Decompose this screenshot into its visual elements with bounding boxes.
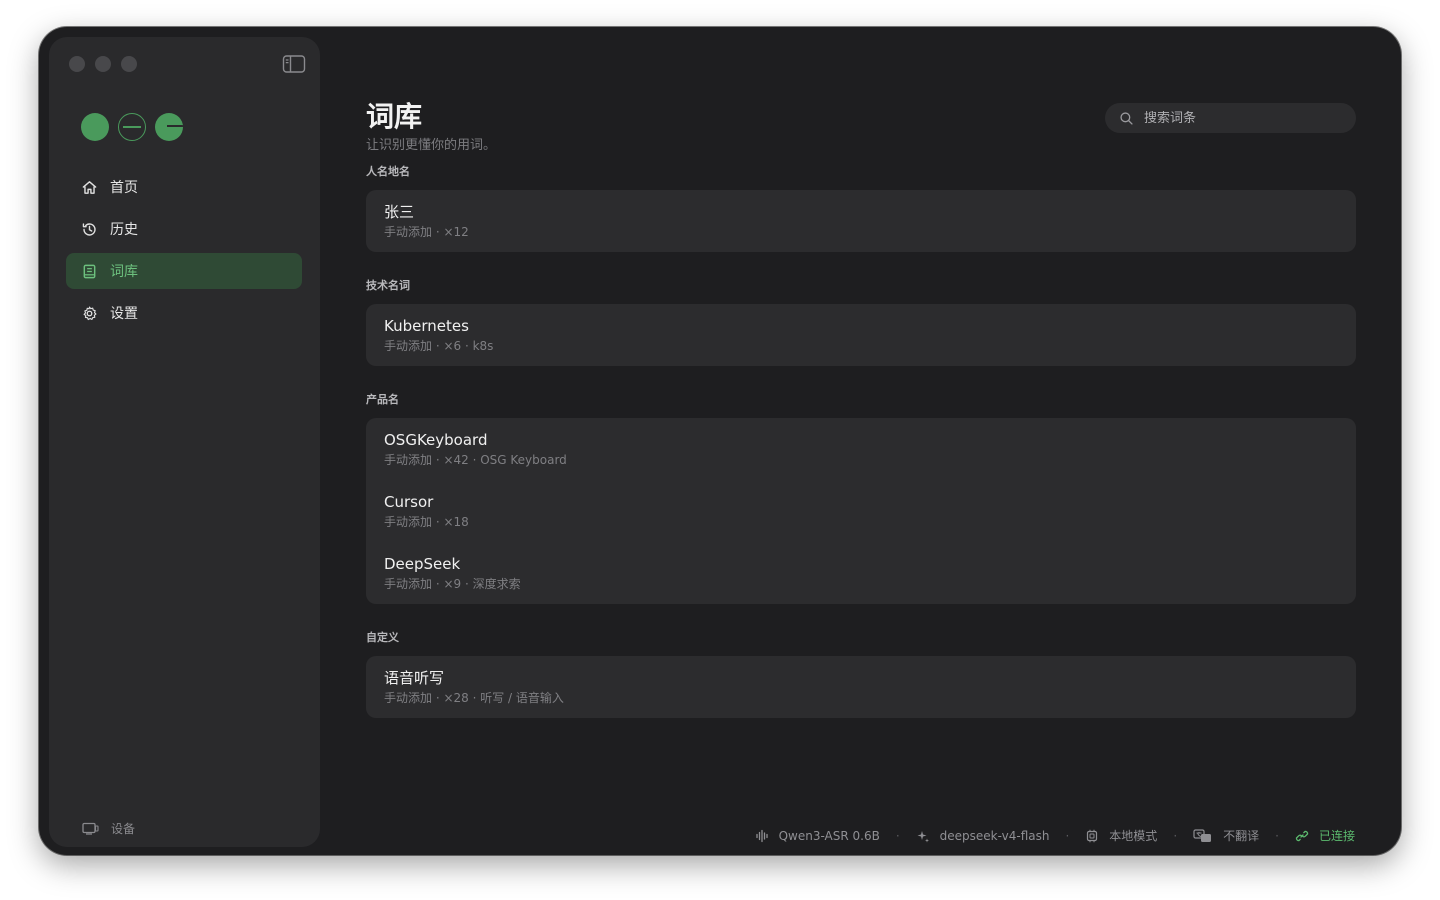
- mode-label: 本地模式: [1109, 829, 1158, 843]
- section-label-names: 人名地名: [366, 165, 410, 178]
- waveform-icon: [755, 829, 768, 842]
- search-icon: [1120, 111, 1133, 125]
- app-logo: [81, 113, 183, 141]
- sidebar-item-label: 历史: [110, 222, 138, 238]
- sparkle-icon: [917, 830, 929, 842]
- translate-label: 不翻译: [1223, 829, 1260, 843]
- llm-model-label: deepseek-v4-flash: [939, 828, 1050, 843]
- sidebar-item-settings[interactable]: 设置: [66, 295, 302, 331]
- home-icon: [82, 180, 97, 194]
- gear-icon: [83, 306, 97, 320]
- search-box[interactable]: [1105, 103, 1356, 133]
- link-icon: [1295, 830, 1309, 841]
- entry-term: 语音听写: [384, 669, 445, 687]
- status-translate[interactable]: 不翻译: [1193, 827, 1259, 844]
- list-item[interactable]: 语音听写 手动添加 · ×28 · 听写 / 语音输入: [366, 656, 1356, 718]
- entry-term: Cursor: [384, 493, 434, 511]
- device-icon: [82, 822, 99, 835]
- history-icon: [82, 222, 96, 236]
- sidebar-item-lexicon[interactable]: 词库: [66, 253, 302, 289]
- entry-card: 张三 手动添加 · ×12: [366, 190, 1356, 252]
- list-item[interactable]: OSGKeyboard 手动添加 · ×42 · OSG Keyboard: [366, 418, 1356, 480]
- translate-icon: [1193, 828, 1212, 842]
- search-input[interactable]: [1144, 110, 1334, 126]
- chip-icon: [1087, 829, 1098, 842]
- entry-meta: 手动添加 · ×28 · 听写 / 语音输入: [384, 691, 564, 705]
- section-label-custom: 自定义: [366, 631, 399, 644]
- sidebar-toggle-icon[interactable]: [282, 54, 306, 74]
- list-item[interactable]: Cursor 手动添加 · ×18: [366, 480, 1356, 542]
- list-item[interactable]: DeepSeek 手动添加 · ×9 · 深度求索: [366, 542, 1356, 604]
- sidebar-item-label: 首页: [110, 180, 138, 196]
- entry-card: Kubernetes 手动添加 · ×6 · k8s: [366, 304, 1356, 366]
- minimize-window-button[interactable]: [95, 56, 111, 72]
- sidebar-item-home[interactable]: 首页: [66, 169, 302, 205]
- window-controls: [69, 56, 137, 72]
- sidebar-item-label: 词库: [110, 264, 138, 280]
- entry-term: DeepSeek: [384, 555, 461, 573]
- status-bar: Qwen3-ASR 0.6B · deepseek-v4-flash · 本地模…: [755, 827, 1355, 844]
- section-label-products: 产品名: [366, 393, 399, 406]
- status-separator: ·: [1173, 828, 1178, 843]
- zoom-window-button[interactable]: [121, 56, 137, 72]
- entry-card: 语音听写 手动添加 · ×28 · 听写 / 语音输入: [366, 656, 1356, 718]
- device-button[interactable]: 设备: [82, 820, 135, 837]
- book-icon: [83, 264, 96, 278]
- app-window: 首页 历史 词库 设置 设备 词库 让识别更懂你的用词。 搜索词条 人名地名 张…: [39, 27, 1401, 855]
- page-subtitle: 让识别更懂你的用词。: [366, 138, 497, 153]
- logo-dot: [118, 113, 146, 141]
- logo-dot: [155, 113, 183, 141]
- sidebar-item-label: 设置: [110, 306, 138, 322]
- sidebar-nav: 首页 历史 词库 设置: [66, 169, 302, 337]
- entry-meta: 手动添加 · ×12: [384, 225, 469, 239]
- entry-term: Kubernetes: [384, 317, 469, 335]
- entry-term: 张三: [384, 203, 415, 221]
- section-label-tech: 技术名词: [366, 279, 410, 292]
- sidebar-item-history[interactable]: 历史: [66, 211, 302, 247]
- list-item[interactable]: Kubernetes 手动添加 · ×6 · k8s: [366, 304, 1356, 366]
- status-separator: ·: [1065, 828, 1070, 843]
- entry-meta: 手动添加 · ×18: [384, 515, 469, 529]
- entry-meta: 手动添加 · ×6 · k8s: [384, 339, 494, 353]
- entry-term: OSGKeyboard: [384, 431, 488, 449]
- asr-model-label: Qwen3-ASR 0.6B: [778, 828, 880, 843]
- main-content: 词库 让识别更懂你的用词。 人名地名 张三 手动添加 · ×12 技术名词 Ku…: [366, 27, 1356, 855]
- status-separator: ·: [895, 828, 900, 843]
- status-llm-model[interactable]: deepseek-v4-flash: [916, 828, 1050, 843]
- status-asr-model[interactable]: Qwen3-ASR 0.6B: [755, 829, 880, 843]
- connection-label: 已连接: [1318, 829, 1355, 843]
- status-mode[interactable]: 本地模式: [1085, 827, 1157, 844]
- close-window-button[interactable]: [69, 56, 85, 72]
- page-title: 词库: [366, 100, 423, 133]
- list-item[interactable]: 张三 手动添加 · ×12: [366, 190, 1356, 252]
- entry-meta: 手动添加 · ×42 · OSG Keyboard: [384, 453, 567, 467]
- logo-dot: [81, 113, 109, 141]
- status-separator: ·: [1275, 828, 1279, 843]
- entry-meta: 手动添加 · ×9 · 深度求索: [384, 577, 521, 591]
- sidebar: 首页 历史 词库 设置 设备: [49, 37, 320, 847]
- device-label: 设备: [111, 822, 136, 836]
- status-connection[interactable]: 已连接: [1295, 827, 1355, 844]
- entry-card: OSGKeyboard 手动添加 · ×42 · OSG Keyboard Cu…: [366, 418, 1356, 604]
